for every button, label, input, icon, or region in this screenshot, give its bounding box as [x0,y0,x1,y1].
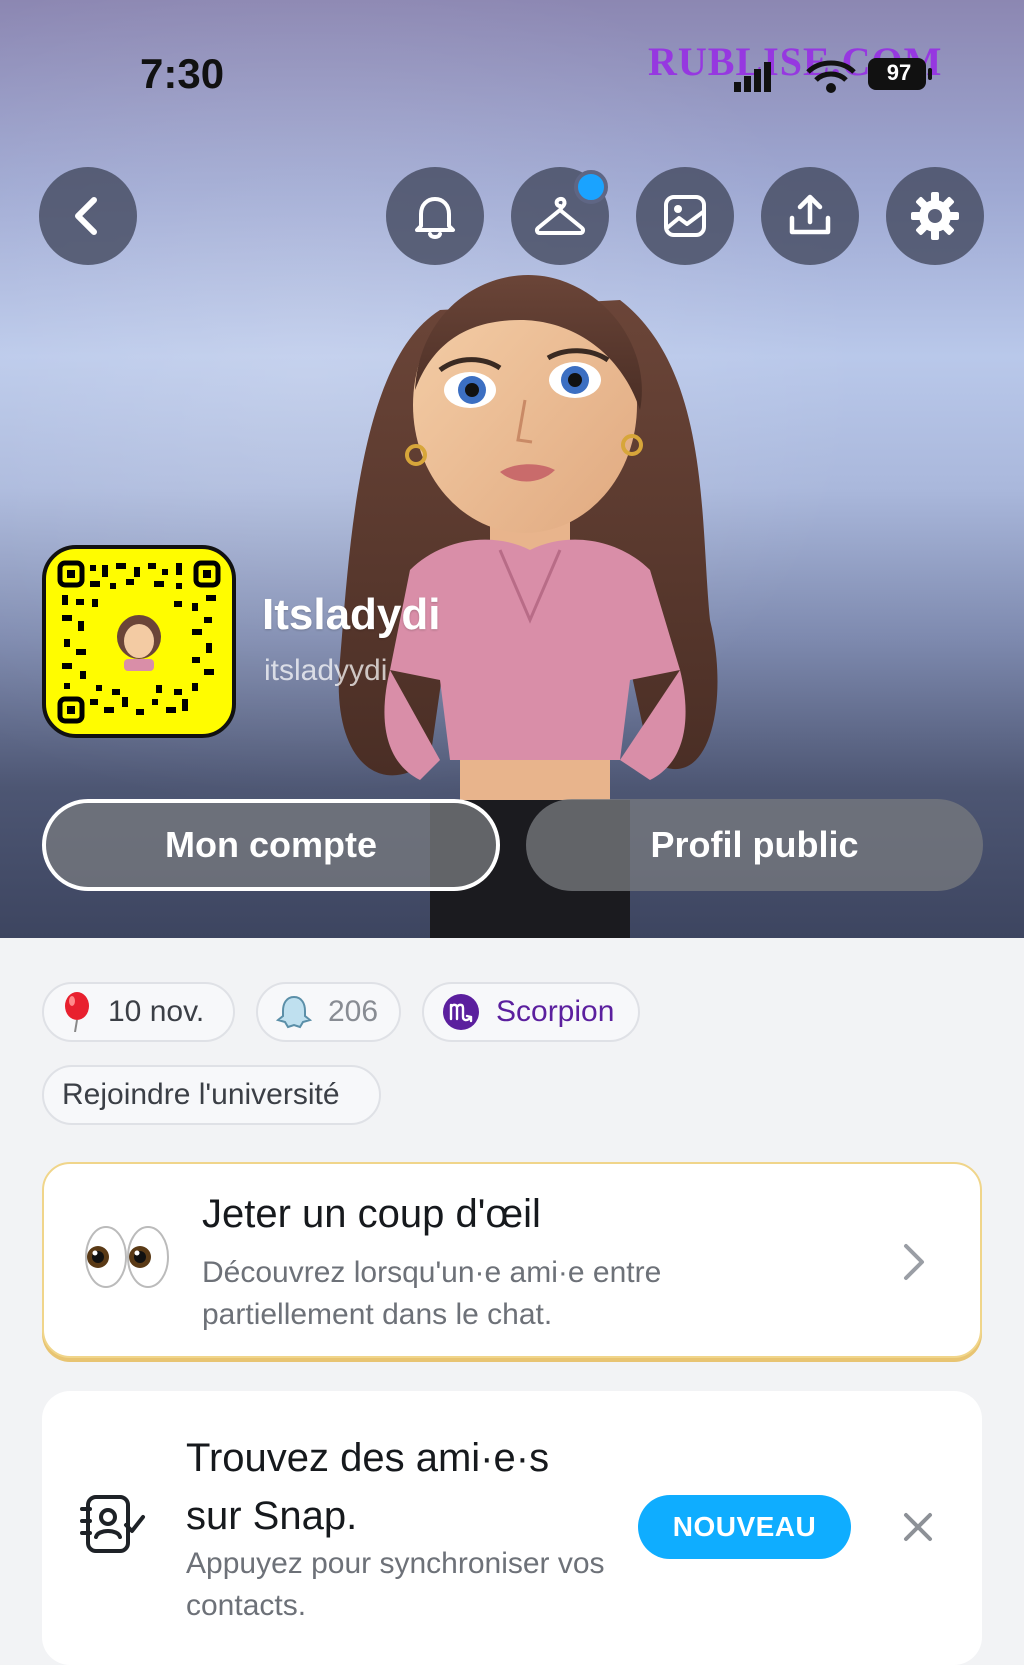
chevron-right-icon [904,1244,924,1280]
birthday-text: 10 nov. [108,995,205,1028]
friends-count-chip[interactable]: 206 [256,982,401,1042]
profile-header-background: 7:30 RUBLISE.COM 97 Itsladydi itsladyydi… [0,0,1024,938]
back-icon [75,197,97,235]
image-icon [664,195,706,237]
memories-button[interactable] [636,167,734,265]
friends-count-text: 206 [328,995,379,1028]
find-friends-description: Appuyez pour synchroniser vos contacts. [186,1547,605,1622]
back-button[interactable] [39,167,137,265]
profile-screen: 7:30 RUBLISE.COM 97 Itsladydi itsladyydi… [0,0,1024,1665]
qr-code-icon [57,560,221,724]
gear-icon [911,192,959,240]
notification-dot [574,170,608,204]
close-icon[interactable] [902,1511,934,1543]
display-name: Itsladydi [262,590,441,639]
snapcode[interactable] [42,545,236,738]
signal-icon [734,62,771,92]
new-badge[interactable]: NOUVEAU [638,1495,851,1559]
join-university-text: Rejoindre l'université [62,1078,340,1111]
peek-description: Découvrez lorsqu'un·e ami·e entre partie… [202,1256,662,1331]
public-profile-button[interactable]: Profil public [526,799,983,891]
notifications-button[interactable] [386,167,484,265]
settings-button[interactable] [886,167,984,265]
zodiac-chip[interactable]: Scorpion [422,982,640,1042]
snapscore-ghost-icon [276,994,312,1030]
eyes-icon [85,1226,169,1288]
share-button[interactable] [761,167,859,265]
zodiac-text: Scorpion [496,995,615,1028]
find-friends-title: Trouvez des ami·e·s sur Snap. [186,1436,550,1538]
scorpio-icon [442,993,480,1031]
username: itsladyydi [264,654,388,687]
peek-title: Jeter un coup d'œil [202,1192,541,1236]
battery-level: 97 [886,60,912,85]
find-friends-card[interactable]: Trouvez des ami·e·s sur Snap. Appuyez po… [42,1391,982,1665]
peek-feature-card[interactable]: Jeter un coup d'œil Découvrez lorsqu'un·… [42,1162,982,1358]
my-account-button[interactable]: Mon compte [42,799,500,891]
birthday-chip[interactable]: 10 nov. [42,982,235,1042]
wifi-icon [806,60,856,93]
balloon-icon [62,992,92,1032]
bell-icon [415,197,455,239]
status-time: 7:30 [140,50,225,97]
join-university-chip[interactable]: Rejoindre l'université [42,1065,381,1125]
contacts-sync-icon [80,1495,145,1553]
upload-icon [789,194,831,235]
